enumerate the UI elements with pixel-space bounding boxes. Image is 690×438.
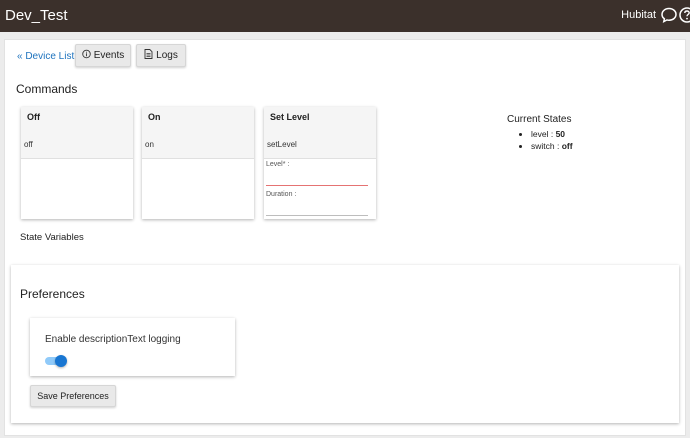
- command-button-set-level[interactable]: Set Level setLevel: [264, 107, 376, 159]
- description-logging-label: Enable descriptionText logging: [45, 334, 181, 345]
- current-states: Current States level : 50 switch : off: [507, 114, 573, 152]
- chat-icon[interactable]: [660, 6, 678, 24]
- description-logging-toggle[interactable]: [45, 355, 67, 367]
- state-name: switch: [531, 141, 555, 151]
- current-states-title: Current States: [507, 114, 572, 125]
- help-icon[interactable]: [678, 6, 690, 24]
- info-icon: [81, 49, 91, 62]
- events-button-label: Events: [93, 50, 125, 61]
- top-bar: Dev_Test Hubitat: [0, 0, 690, 32]
- preferences-section: Preferences Enable descriptionText loggi…: [11, 265, 679, 423]
- preferences-heading: Preferences: [20, 287, 85, 301]
- command-card-off: Off off: [21, 107, 133, 219]
- duration-param-label: Duration :: [266, 191, 297, 198]
- save-preferences-button[interactable]: Save Preferences: [30, 385, 116, 407]
- document-icon: [144, 49, 153, 62]
- command-title: On: [148, 112, 161, 122]
- command-method: setLevel: [267, 140, 297, 149]
- save-preferences-label: Save Preferences: [37, 391, 109, 401]
- preference-card: Enable descriptionText logging: [30, 318, 235, 376]
- command-method: on: [145, 140, 154, 149]
- command-button-on[interactable]: On on: [142, 107, 254, 159]
- device-list-link[interactable]: « Device List: [17, 51, 74, 62]
- device-panel: « Device List Events Logs Commands Off o…: [4, 39, 686, 436]
- command-card-on: On on: [142, 107, 254, 219]
- command-card-set-level: Set Level setLevel Level* : Duration :: [264, 107, 376, 219]
- state-value: off: [561, 141, 573, 151]
- state-variables-heading: State Variables: [20, 232, 84, 243]
- command-title: Set Level: [270, 112, 310, 122]
- state-item-level: level : 50: [531, 128, 573, 140]
- logs-button[interactable]: Logs: [136, 44, 186, 67]
- command-method: off: [24, 140, 33, 149]
- logs-button-label: Logs: [156, 50, 178, 61]
- state-name: level: [531, 129, 549, 139]
- level-param-label: Level* :: [266, 161, 290, 168]
- events-button[interactable]: Events: [75, 44, 131, 67]
- level-input[interactable]: [266, 185, 368, 186]
- state-value: 50: [555, 129, 566, 139]
- toggle-knob: [55, 355, 67, 367]
- command-button-off[interactable]: Off off: [21, 107, 133, 159]
- app-title: Dev_Test: [5, 7, 68, 24]
- command-title: Off: [27, 112, 40, 122]
- duration-input[interactable]: [266, 215, 368, 216]
- commands-heading: Commands: [16, 82, 78, 96]
- current-states-list: level : 50 switch : off: [531, 128, 573, 152]
- state-item-switch: switch : off: [531, 140, 573, 152]
- brand-label[interactable]: Hubitat: [621, 9, 656, 21]
